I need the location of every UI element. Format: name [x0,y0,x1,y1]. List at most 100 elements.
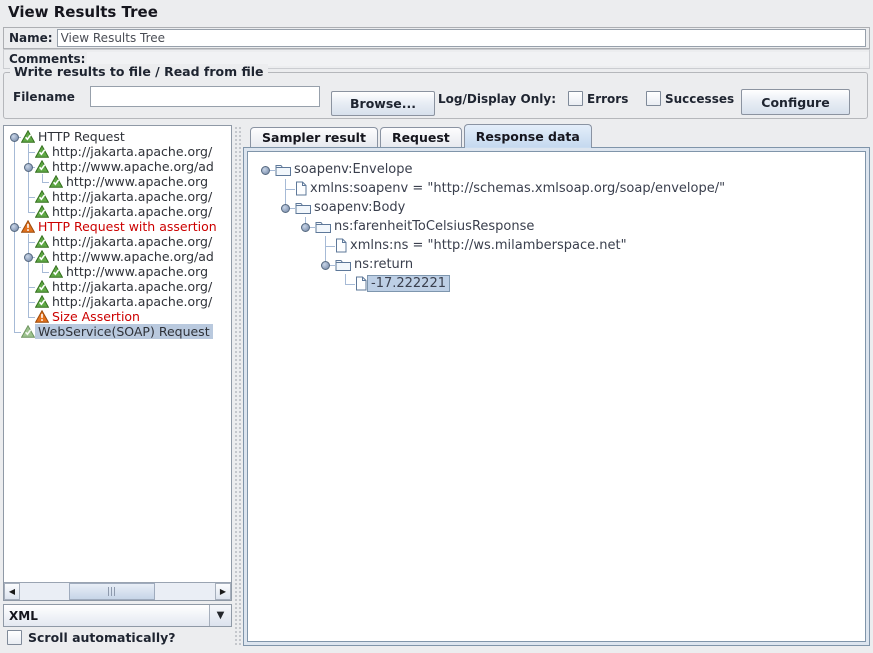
tree-indent-guide [7,144,21,159]
folder-icon [275,163,291,176]
tree-expand-handle[interactable] [255,160,275,179]
tree-node-label: xmlns:soapenv = "http://schemas.xmlsoap.… [307,181,728,196]
tree-node[interactable]: http://www.apache.org/ad [7,249,231,264]
tree-indent-guide [21,264,35,279]
tree-expand-handle[interactable] [7,129,21,144]
write-results-group-title: Write results to file / Read from file [10,64,268,79]
tree-indent-guide [295,236,315,255]
tree-expand-handle[interactable] [21,159,35,174]
combo-dropdown-arrow-icon[interactable]: ▼ [209,605,231,626]
tree-node[interactable]: http://jakarta.apache.org/ [7,279,231,294]
tab-label: Request [392,130,450,145]
tree-node-label: Size Assertion [49,309,143,324]
success-icon [35,160,49,173]
tree-node[interactable]: HTTP Request with assertion [7,219,231,234]
scrollbar-thumb[interactable] [69,583,155,600]
tree-node[interactable]: WebService(SOAP) Request [7,324,231,339]
scroll-left-arrow-icon[interactable]: ◀ [4,583,20,600]
tree-node[interactable]: soapenv:Body [255,198,865,217]
tree-node[interactable]: http://jakarta.apache.org/ [7,294,231,309]
results-tree-panel: HTTP Requesthttp://jakarta.apache.org/ht… [3,125,232,601]
tree-indent-guide [275,274,295,293]
folder-icon [335,258,351,271]
success-dim-icon [21,325,35,338]
splitpane-divider[interactable] [233,125,243,646]
doc-icon [335,238,347,253]
tree-node[interactable]: http://www.apache.org [7,264,231,279]
tree-connector [21,189,35,204]
scrollbar-track[interactable] [20,583,215,600]
errors-checkbox[interactable] [568,91,583,106]
tree-node-label: xmlns:ns = "http://ws.milamberspace.net" [347,238,630,253]
tree-indent-guide [315,274,335,293]
render-mode-value: XML [4,609,209,623]
tree-node-label: http://jakarta.apache.org/ [49,189,215,204]
configure-button[interactable]: Configure [741,89,850,115]
tree-indent-guide [7,204,21,219]
name-input[interactable] [57,29,866,47]
tree-node[interactable]: http://www.apache.org [7,174,231,189]
tree-node[interactable]: soapenv:Envelope [255,160,865,179]
render-mode-select[interactable]: XML ▼ [3,604,232,627]
tree-connector [35,264,49,279]
tree-node-label: http://www.apache.org/ad [49,159,217,174]
tree-node[interactable]: http://www.apache.org/ad [7,159,231,174]
results-tabpane: Sampler result Request Response data soape… [243,125,870,646]
tree-node[interactable]: http://jakarta.apache.org/ [7,234,231,249]
tree-connector [335,274,355,293]
tree-horizontal-scrollbar[interactable]: ◀ ▶ [4,582,231,600]
tree-expand-handle[interactable] [275,198,295,217]
tree-indent-guide [7,309,21,324]
tree-expand-handle[interactable] [7,219,21,234]
successes-label: Successes [665,92,734,106]
tree-node[interactable]: xmlns:ns = "http://ws.milamberspace.net" [255,236,865,255]
write-results-group: Write results to file / Read from file F… [3,72,868,119]
tree-expand-handle[interactable] [315,255,335,274]
tree-node[interactable]: ns:farenheitToCelsiusResponse [255,217,865,236]
scroll-automatically-checkbox[interactable] [7,630,22,645]
tree-node[interactable]: xmlns:soapenv = "http://schemas.xmlsoap.… [255,179,865,198]
tab-label: Response data [476,129,580,144]
tree-node[interactable]: http://jakarta.apache.org/ [7,204,231,219]
errors-label: Errors [587,92,628,106]
tree-node[interactable]: ns:return [255,255,865,274]
tree-indent-guide [7,174,21,189]
tree-indent-guide [7,249,21,264]
tree-indent-guide [255,179,275,198]
scroll-automatically-label: Scroll automatically? [28,630,176,645]
tree-node-label: -17.222221 [367,275,450,292]
tree-node[interactable]: HTTP Request [7,129,231,144]
tree-node[interactable]: http://jakarta.apache.org/ [7,144,231,159]
tree-indent-guide [7,264,21,279]
tree-indent-guide [255,236,275,255]
filename-label: Filename [13,90,75,104]
tree-node-label: soapenv:Body [311,200,408,215]
tab-request[interactable]: Request [380,127,462,147]
doc-icon [295,181,307,196]
tree-indent-guide [7,159,21,174]
tab-response-data[interactable]: Response data [464,124,592,147]
log-display-only-label: Log/Display Only: [438,92,556,106]
tree-indent-guide [21,174,35,189]
success-icon [35,205,49,218]
tree-node-label: http://jakarta.apache.org/ [49,294,215,309]
scroll-right-arrow-icon[interactable]: ▶ [215,583,231,600]
response-data-xml-tree: soapenv:Envelope xmlns:soapenv = "http://… [247,151,866,642]
filename-input[interactable] [90,86,320,107]
tree-node[interactable]: -17.222221 [255,274,865,293]
tree-indent-guide [275,255,295,274]
tree-node[interactable]: Size Assertion [7,309,231,324]
tree-node-label: http://www.apache.org/ad [49,249,217,264]
tree-connector [21,144,35,159]
tab-sampler-result[interactable]: Sampler result [250,127,378,147]
results-tree: HTTP Requesthttp://jakarta.apache.org/ht… [4,126,231,582]
tree-connector [315,236,335,255]
browse-button[interactable]: Browse... [331,91,435,116]
success-icon [35,250,49,263]
tree-node[interactable]: http://jakarta.apache.org/ [7,189,231,204]
successes-checkbox[interactable] [646,91,661,106]
tree-expand-handle[interactable] [295,217,315,236]
tree-indent-guide [255,255,275,274]
tree-expand-handle[interactable] [21,249,35,264]
success-icon [49,175,63,188]
